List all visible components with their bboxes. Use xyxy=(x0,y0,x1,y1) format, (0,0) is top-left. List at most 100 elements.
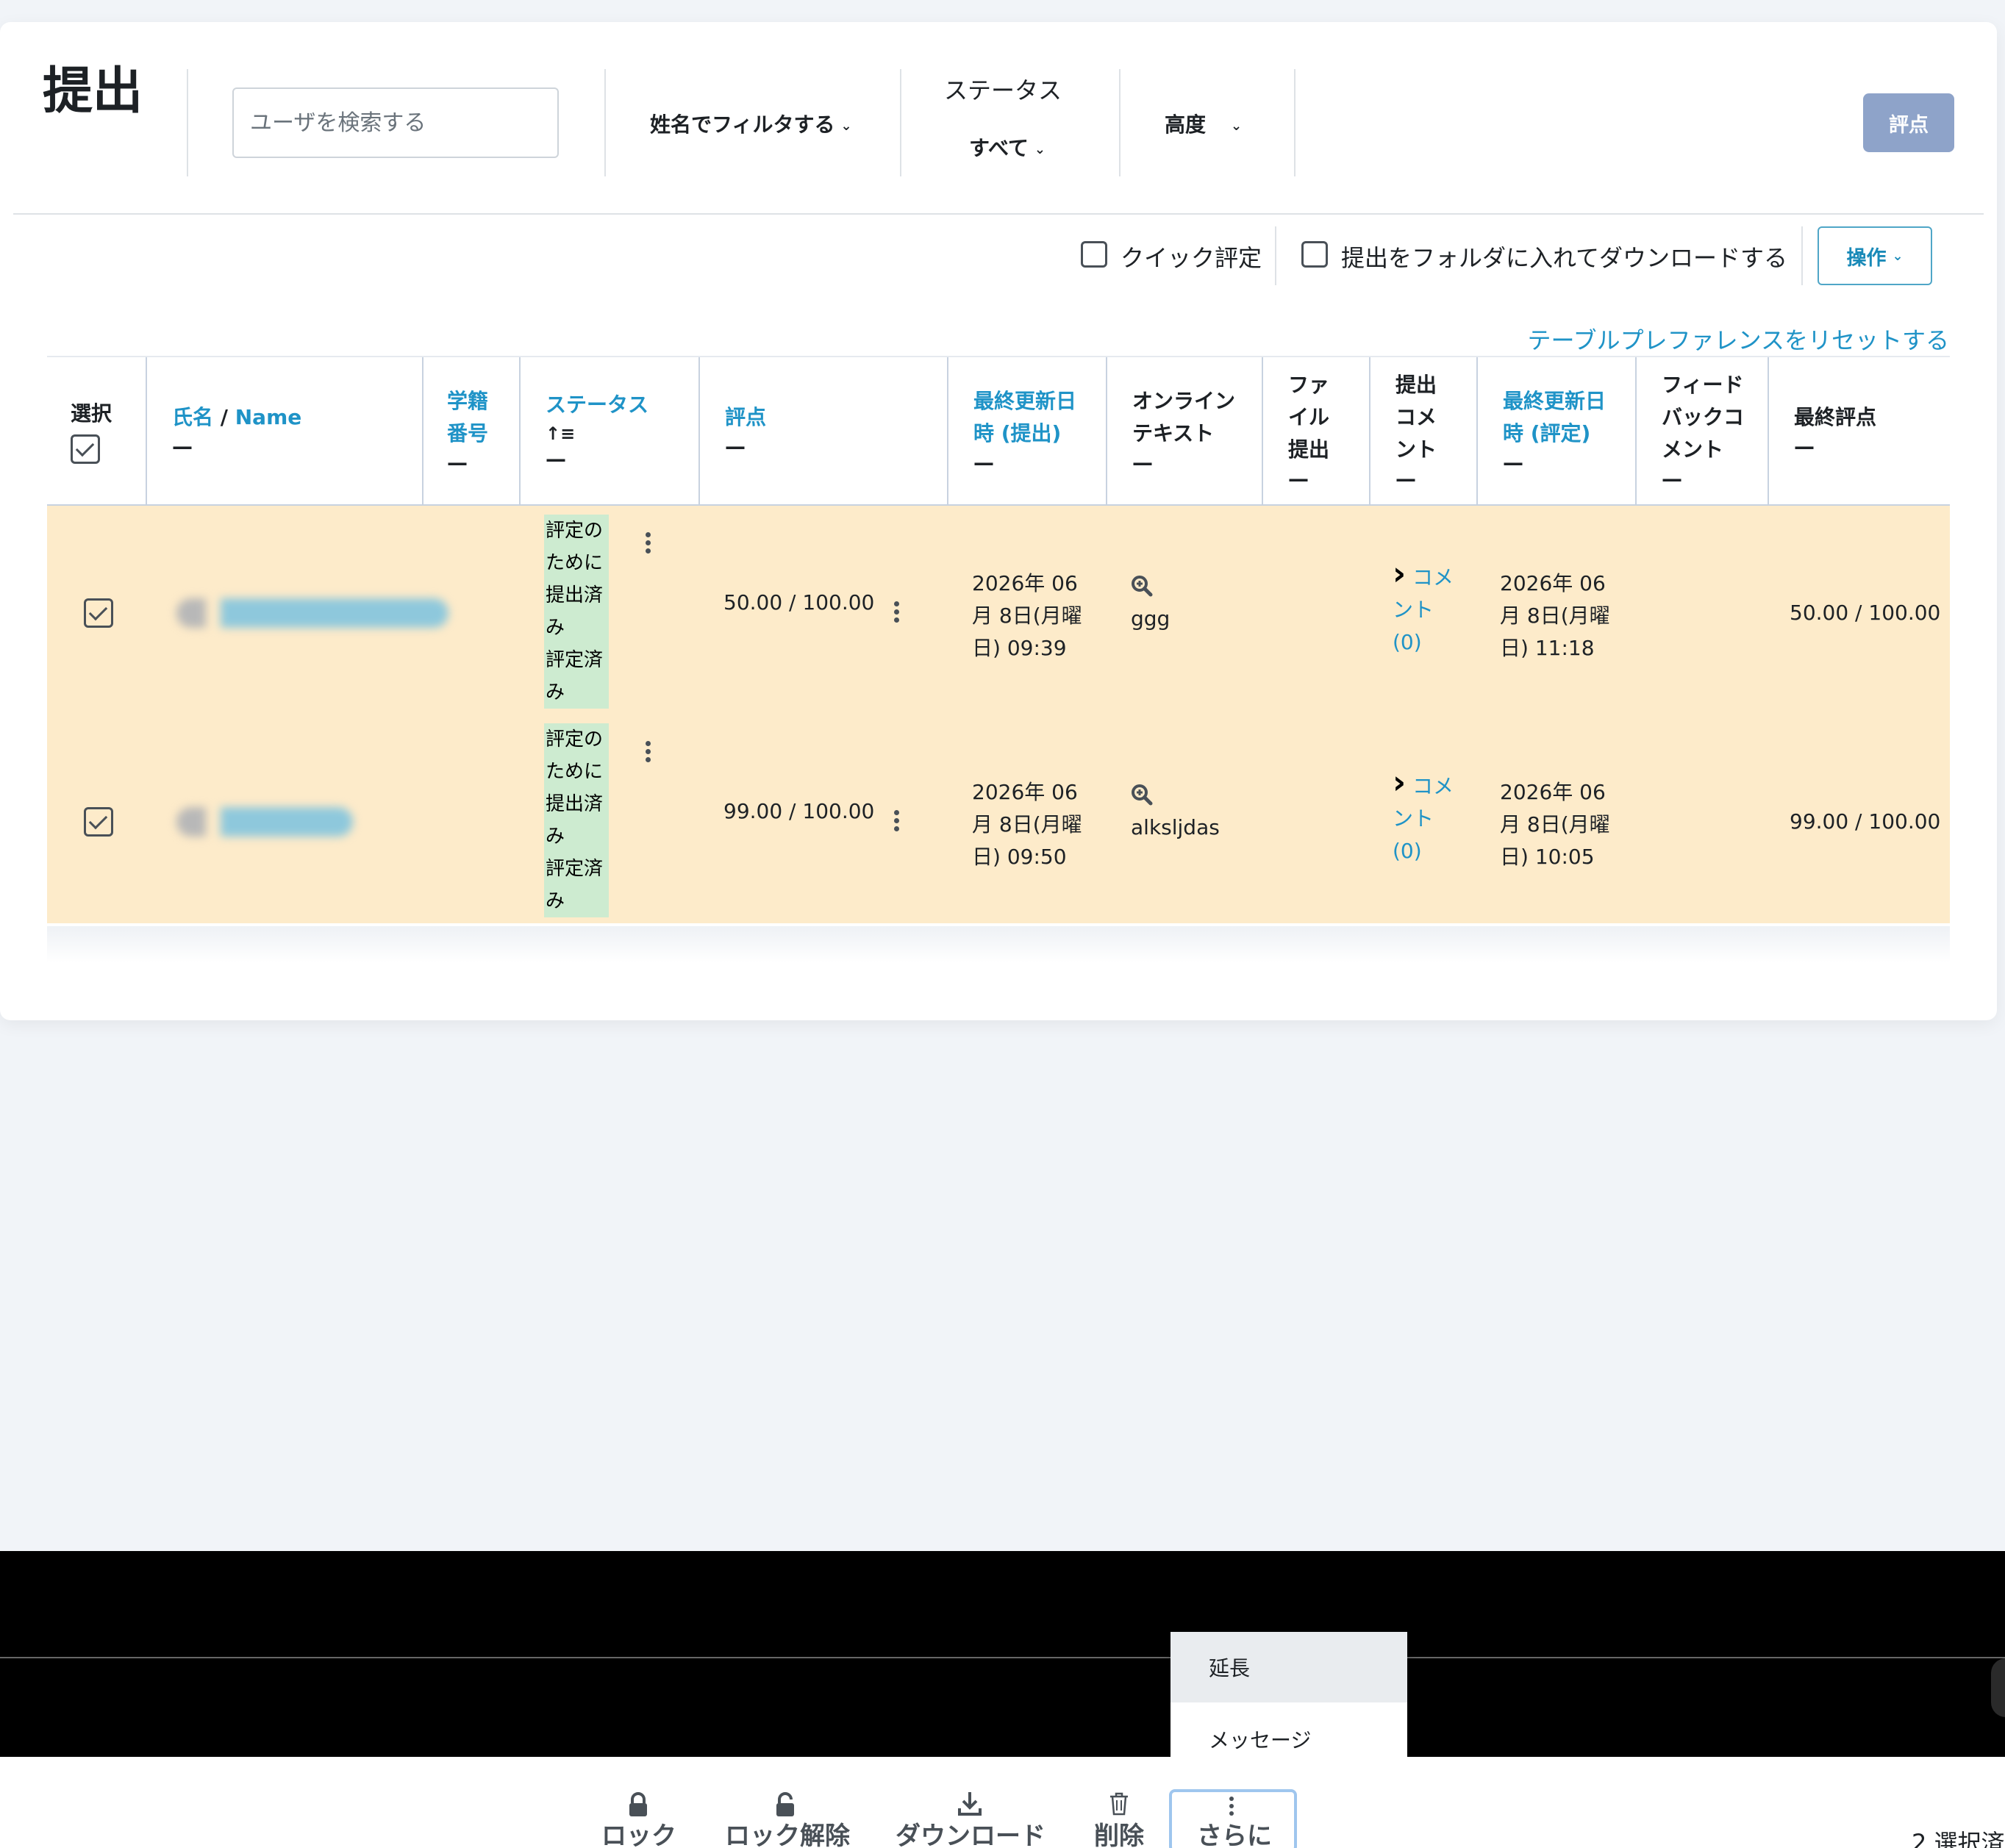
header-divider xyxy=(900,69,901,176)
column-name[interactable]: 氏名 / Name — xyxy=(147,357,423,504)
chevron-right-icon: › xyxy=(1393,764,1407,801)
grade-menu-icon[interactable] xyxy=(894,601,900,626)
dropdown-item-extension[interactable]: 延長 xyxy=(1171,1632,1407,1702)
quick-grading-checkbox[interactable] xyxy=(1081,241,1107,268)
download-icon xyxy=(958,1792,982,1816)
collapse-dash[interactable]: — xyxy=(973,450,1106,476)
file-submission-header-label: ファイル提出 xyxy=(1288,373,1330,462)
chevron-down-icon: ⌄ xyxy=(1034,141,1046,157)
status-filter-value: すべて xyxy=(969,136,1029,160)
grade-button[interactable]: 評点 xyxy=(1863,93,1954,152)
online-text-value: ggg xyxy=(1131,606,1171,631)
table-row: 評定のために提出済み 評定済み 99.00 / 100.00 2026年 06月… xyxy=(47,717,1950,923)
actions-label: 操作 xyxy=(1846,246,1887,270)
download-button[interactable]: ダウンロード xyxy=(896,1816,1046,1848)
collapse-dash[interactable]: — xyxy=(172,434,422,460)
options-divider xyxy=(1275,226,1276,285)
actions-dropdown-button[interactable]: 操作 ⌄ xyxy=(1818,226,1932,285)
name-filter-dropdown[interactable]: 姓名でフィルタする ⌄ xyxy=(650,109,852,138)
column-grade[interactable]: 評点 — xyxy=(700,357,948,504)
options-divider xyxy=(1801,226,1803,285)
zoom-in-icon[interactable] xyxy=(1131,575,1153,597)
overlay-black-area xyxy=(0,1551,2005,1757)
quick-grading-label: クイック評定 xyxy=(1121,244,1262,272)
select-all-checkbox[interactable] xyxy=(71,434,100,464)
grade-value: 99.00 / 100.00 xyxy=(723,799,875,823)
delete-button[interactable]: 削除 xyxy=(1094,1816,1144,1848)
chevron-right-icon: › xyxy=(1393,555,1407,592)
column-online-text: オンラインテキスト — xyxy=(1107,357,1263,504)
unlock-button[interactable]: ロック解除 xyxy=(725,1816,850,1848)
row-select-checkbox[interactable] xyxy=(84,807,113,837)
status-menu-icon[interactable] xyxy=(646,532,651,556)
page-title: 提出 xyxy=(43,62,143,121)
collapse-dash[interactable]: — xyxy=(725,434,947,460)
lock-icon xyxy=(629,1792,647,1816)
download-folders-checkbox[interactable] xyxy=(1301,241,1328,268)
status-filter-label: ステータス xyxy=(944,76,1062,104)
status-graded-text: 評定済み xyxy=(546,649,604,703)
student-number-header-label: 学籍番号 xyxy=(447,389,489,445)
row-select-checkbox[interactable] xyxy=(84,598,113,628)
comments-toggle[interactable]: › コメント (0) xyxy=(1393,767,1459,867)
modified-submission-value: 2026年 06月 8日(月曜日) 09:50 xyxy=(972,780,1082,869)
submission-comments-header-label: 提出コメント xyxy=(1395,373,1437,462)
column-select: 選択 xyxy=(47,357,147,504)
status-badge: 評定のために提出済み 評定済み xyxy=(544,515,609,709)
chevron-down-icon: ⌄ xyxy=(840,118,852,134)
feedback-comments-header-label: フィードバックコメント xyxy=(1662,373,1745,462)
collapse-dash[interactable]: — xyxy=(1662,466,1768,493)
grade-header-label: 評点 xyxy=(725,405,767,429)
modified-grade-value: 2026年 06月 8日(月曜日) 10:05 xyxy=(1500,780,1610,869)
user-search-input[interactable] xyxy=(232,87,559,158)
online-text-header-label: オンラインテキスト xyxy=(1132,389,1236,445)
collapse-dash[interactable]: — xyxy=(1288,466,1369,493)
online-text-value: alksljdas xyxy=(1131,815,1220,839)
status-filter-dropdown[interactable]: すべて ⌄ xyxy=(969,132,1046,162)
column-last-modified-grade[interactable]: 最終更新日時 (評定) — xyxy=(1478,357,1637,504)
selected-count: 2 選択済 xyxy=(1912,1829,2005,1848)
sort-ascending-icon[interactable]: ↑≡ xyxy=(546,421,698,446)
modified-submission-value: 2026年 06月 8日(月曜日) 09:39 xyxy=(972,571,1082,660)
last-modified-submission-header-label: 最終更新日時 (提出) xyxy=(973,389,1077,445)
floating-button-edge[interactable] xyxy=(1991,1658,2005,1717)
name-header-separator: / xyxy=(220,405,228,429)
modified-grade-value: 2026年 06月 8日(月曜日) 11:18 xyxy=(1500,571,1610,660)
column-last-modified-submission[interactable]: 最終更新日時 (提出) — xyxy=(948,357,1107,504)
header-divider-line xyxy=(13,213,1984,215)
header-divider xyxy=(604,69,606,176)
advanced-dropdown[interactable]: 高度 ⌄ xyxy=(1165,109,1242,138)
collapse-dash[interactable]: — xyxy=(1503,450,1635,476)
column-status[interactable]: ステータス ↑≡ — xyxy=(521,357,700,504)
status-submitted-text: 評定のために提出済み xyxy=(546,728,604,848)
comments-toggle[interactable]: › コメント (0) xyxy=(1393,558,1459,659)
grade-value: 50.00 / 100.00 xyxy=(723,590,875,615)
name-header-label-en: Name xyxy=(235,405,302,429)
column-submission-comments: 提出コメント — xyxy=(1370,357,1478,504)
collapse-dash[interactable]: — xyxy=(546,446,698,473)
status-badge: 評定のために提出済み 評定済み xyxy=(544,723,609,917)
column-final-grade: 最終評点 — xyxy=(1769,357,1950,504)
final-grade-header-label: 最終評点 xyxy=(1794,405,1877,429)
grade-menu-icon[interactable] xyxy=(894,810,900,834)
advanced-label: 高度 xyxy=(1165,112,1207,137)
collapse-dash[interactable]: — xyxy=(1794,434,1950,460)
column-file-submission: ファイル提出 — xyxy=(1263,357,1370,504)
blurred-user-name[interactable] xyxy=(176,598,448,628)
blurred-user-name[interactable] xyxy=(176,807,353,837)
overlay-divider-line xyxy=(0,1657,2005,1658)
zoom-in-icon[interactable] xyxy=(1131,784,1153,806)
chevron-down-icon: ⌄ xyxy=(1231,118,1243,134)
submissions-table: 選択 氏名 / Name — 学籍番号 — ステータス ↑≡ — 評点 — 最終… xyxy=(47,356,1950,926)
reset-table-preferences-link[interactable]: テーブルプレファレンスをリセットする xyxy=(1528,322,1949,356)
table-row: 評定のために提出済み 評定済み 50.00 / 100.00 2026年 06月… xyxy=(47,506,1950,717)
lock-button[interactable]: ロック xyxy=(601,1816,676,1848)
column-student-number[interactable]: 学籍番号 — xyxy=(423,357,521,504)
header-divider xyxy=(1119,69,1121,176)
collapse-dash[interactable]: — xyxy=(1395,466,1476,493)
collapse-dash[interactable]: — xyxy=(447,450,519,476)
collapse-dash[interactable]: — xyxy=(1132,450,1262,476)
final-grade-value: 99.00 / 100.00 xyxy=(1790,809,1941,834)
status-header-label: ステータス xyxy=(546,393,649,417)
status-menu-icon[interactable] xyxy=(646,741,651,765)
